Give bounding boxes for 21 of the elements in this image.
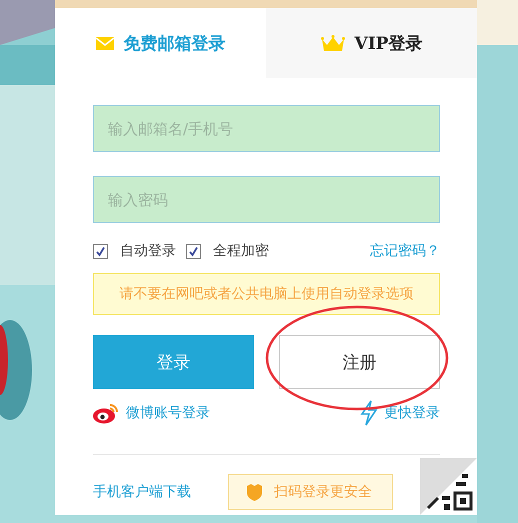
download-link[interactable]: 手机客户端下载 (93, 483, 191, 501)
checkbox-label: 自动登录 (120, 242, 176, 260)
crown-icon (320, 34, 345, 52)
input-field[interactable]: 输入密码 (93, 176, 440, 223)
checkbox[interactable] (186, 244, 201, 258)
qr-tooltip: 扫码登录更安全 (228, 474, 393, 510)
warning-notice: 请不要在网吧或者公共电脑上使用自动登录选项 (93, 273, 440, 315)
eye-logo-icon (93, 402, 120, 424)
forgot-password-link[interactable]: 忘记密码？ (370, 242, 440, 260)
qr-code-icon[interactable] (420, 458, 477, 515)
envelope-icon (96, 36, 114, 50)
shield-icon (247, 484, 262, 500)
alt-login-link[interactable]: 更快登录 (360, 400, 440, 426)
lightning-icon (360, 400, 378, 426)
alt-login-link[interactable]: 微博账号登录 (93, 402, 210, 424)
checkbox-label: 全程加密 (213, 242, 269, 260)
input-field[interactable]: 输入邮箱名/手机号 (93, 105, 440, 152)
login-tab[interactable]: VIP登录 (266, 8, 477, 78)
login-button[interactable]: 登录 (93, 335, 254, 389)
register-button[interactable]: 注册 (279, 335, 440, 389)
checkbox[interactable] (93, 244, 108, 258)
